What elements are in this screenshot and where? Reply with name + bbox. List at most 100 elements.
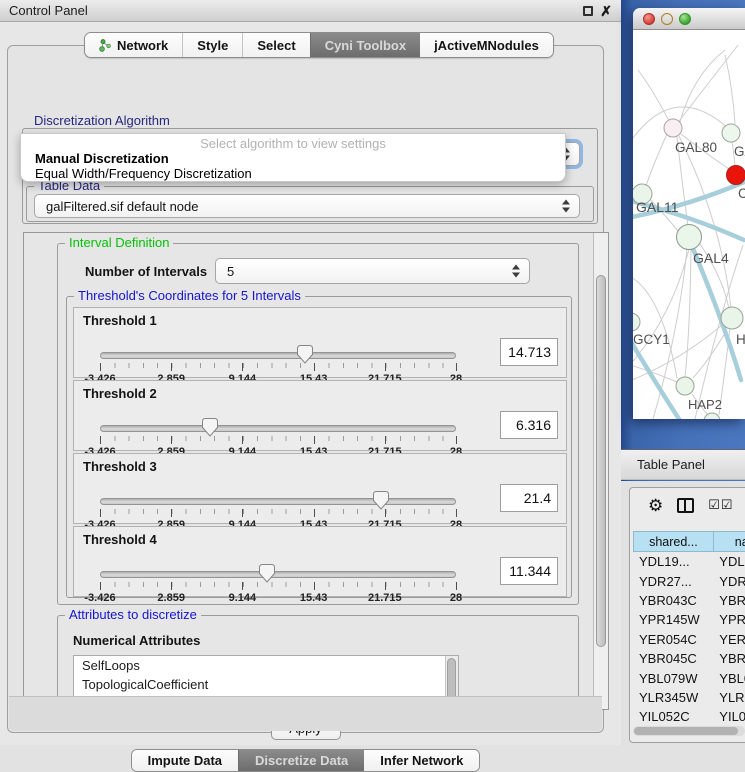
threshold-slider: -3.4262.8599.14415.4321.71528: [100, 494, 456, 524]
attributes-group-title: Attributes to discretize: [65, 608, 201, 622]
threshold-row: Threshold 2-3.4262.8599.14415.4321.71528…: [73, 380, 567, 451]
slider-handle[interactable]: [202, 418, 218, 437]
network-canvas[interactable]: GAL80GACGAL11GAL4GCY1HHAP2: [633, 30, 745, 419]
card-footer: [9, 696, 602, 731]
table-data-combobox[interactable]: galFiltered.sif default node: [34, 194, 580, 218]
tick-mark: [100, 509, 101, 517]
popup-placeholder: Select algorithm to view settings: [21, 136, 565, 151]
tick-mark: [242, 363, 243, 371]
tick-mark: [456, 582, 457, 590]
slider-track[interactable]: [100, 352, 456, 359]
network-node[interactable]: [633, 313, 640, 331]
scrollbar-thumb[interactable]: [634, 727, 738, 735]
threshold-label: Threshold 3: [83, 459, 157, 474]
split-columns-icon[interactable]: [677, 498, 694, 513]
table-row[interactable]: YBR043CYBR043C: [633, 591, 745, 610]
tab-style[interactable]: Style: [182, 33, 242, 57]
tab-select[interactable]: Select: [242, 33, 309, 57]
slider-handle[interactable]: [373, 491, 389, 510]
column-header-shared-name[interactable]: shared...: [633, 531, 714, 552]
table-row[interactable]: YDR27...YDR27...: [633, 571, 745, 590]
table-cell-shared-name: YBR043C: [633, 593, 713, 608]
tab-cyni-toolbox[interactable]: Cyni Toolbox: [310, 33, 420, 57]
tick-mark: [456, 436, 457, 444]
network-node-label: GCY1: [633, 332, 670, 347]
table-row[interactable]: YDL19...YDL19...: [633, 552, 745, 571]
table-row[interactable]: YER054CYER054C: [633, 630, 745, 649]
close-icon[interactable]: ✗: [600, 5, 612, 17]
tick-mark: [171, 582, 172, 590]
control-panel-title: Control Panel: [9, 3, 88, 18]
table-row[interactable]: YBL079WYBL079W: [633, 668, 745, 687]
table-cell-name: YDR27...: [713, 574, 745, 589]
slider-track[interactable]: [100, 425, 456, 432]
slider-track[interactable]: [100, 498, 456, 505]
table-row[interactable]: YIL052CYIL052C: [633, 707, 745, 726]
network-node[interactable]: [664, 119, 682, 137]
tick-mark: [314, 363, 315, 371]
control-panel-tabbar: Network Style Select Cyni Toolbox jActiv…: [84, 32, 554, 58]
table-cell-name: YBL079W: [713, 671, 745, 686]
tab-network[interactable]: Network: [85, 33, 182, 57]
tick-label: 15.43: [300, 592, 328, 604]
tick-mark: [100, 436, 101, 444]
table-cell-name: YBR043C: [713, 593, 745, 608]
slider-handle[interactable]: [297, 345, 313, 364]
network-node[interactable]: [721, 307, 743, 329]
tab-impute-data[interactable]: Impute Data: [132, 750, 238, 771]
slider-track[interactable]: [100, 571, 456, 578]
attribute-list-item[interactable]: SelfLoops: [74, 656, 458, 675]
network-node-label: GA: [734, 144, 745, 159]
table-row[interactable]: YBR045CYBR045C: [633, 649, 745, 668]
table-row[interactable]: YPR145WYPR145W: [633, 610, 745, 629]
table-row[interactable]: YLR345WYLR345W: [633, 688, 745, 707]
tab-infer-network[interactable]: Infer Network: [364, 750, 479, 771]
table-cell-shared-name: YBR045C: [633, 651, 713, 666]
checkbox-icons[interactable]: ☑☑: [708, 497, 733, 513]
table-cell-name: YIL052C: [713, 709, 745, 724]
float-window-icon[interactable]: [583, 6, 593, 16]
tick-mark: [385, 582, 386, 590]
table-cell-name: YPR145W: [713, 612, 745, 627]
tick-label: 9.144: [229, 592, 257, 604]
attribute-list-item[interactable]: TopologicalCoefficient: [74, 675, 458, 694]
network-edge: [638, 70, 669, 121]
network-node[interactable]: [727, 166, 745, 185]
network-node[interactable]: [676, 377, 694, 395]
tab-label: Network: [117, 38, 168, 53]
threshold-value-box[interactable]: 11.344: [500, 557, 558, 585]
threshold-value-box[interactable]: 21.4: [500, 484, 558, 512]
threshold-slider: -3.4262.8599.14415.4321.71528: [100, 421, 456, 451]
threshold-slider: -3.4262.8599.14415.4321.71528: [100, 567, 456, 597]
tick-label: 28: [450, 592, 462, 604]
tick-label: 21.715: [368, 592, 402, 604]
tick-mark: [385, 436, 386, 444]
slider-handle[interactable]: [259, 564, 275, 583]
popup-option-equal-width-frequency[interactable]: Equal Width/Frequency Discretization: [35, 166, 252, 181]
network-edge: [646, 134, 667, 186]
tab-discretize-data[interactable]: Discretize Data: [238, 750, 364, 771]
minimize-traffic-light[interactable]: [661, 13, 673, 25]
table-horizontal-scrollbar[interactable]: [633, 726, 745, 736]
combo-stepper-icon: [562, 200, 570, 213]
tick-mark: [314, 436, 315, 444]
column-header-name[interactable]: name: [713, 531, 745, 552]
threshold-value-box[interactable]: 14.713: [500, 338, 558, 366]
table-card: ⚙ ☑☑ shared... name YDL19...YDL19...YDR2…: [629, 487, 745, 743]
settings-scrollbar[interactable]: [593, 233, 608, 709]
gear-icon[interactable]: ⚙: [648, 497, 663, 514]
threshold-value-box[interactable]: 6.316: [500, 411, 558, 439]
close-traffic-light[interactable]: [643, 13, 655, 25]
network-edge: [679, 45, 738, 121]
popup-option-manual-discretization[interactable]: Manual Discretization: [35, 151, 169, 166]
scrollbar-thumb[interactable]: [596, 275, 606, 647]
network-node[interactable]: [722, 124, 740, 142]
tick-mark: [100, 582, 101, 590]
network-icon: [99, 39, 112, 52]
num-intervals-label: Number of Intervals: [85, 264, 207, 279]
zoom-traffic-light[interactable]: [679, 13, 691, 25]
network-node[interactable]: [677, 225, 702, 250]
tab-jactivemnodules[interactable]: jActiveMNodules: [420, 33, 553, 57]
tick-mark: [171, 363, 172, 371]
num-intervals-combobox[interactable]: 5: [215, 258, 530, 284]
